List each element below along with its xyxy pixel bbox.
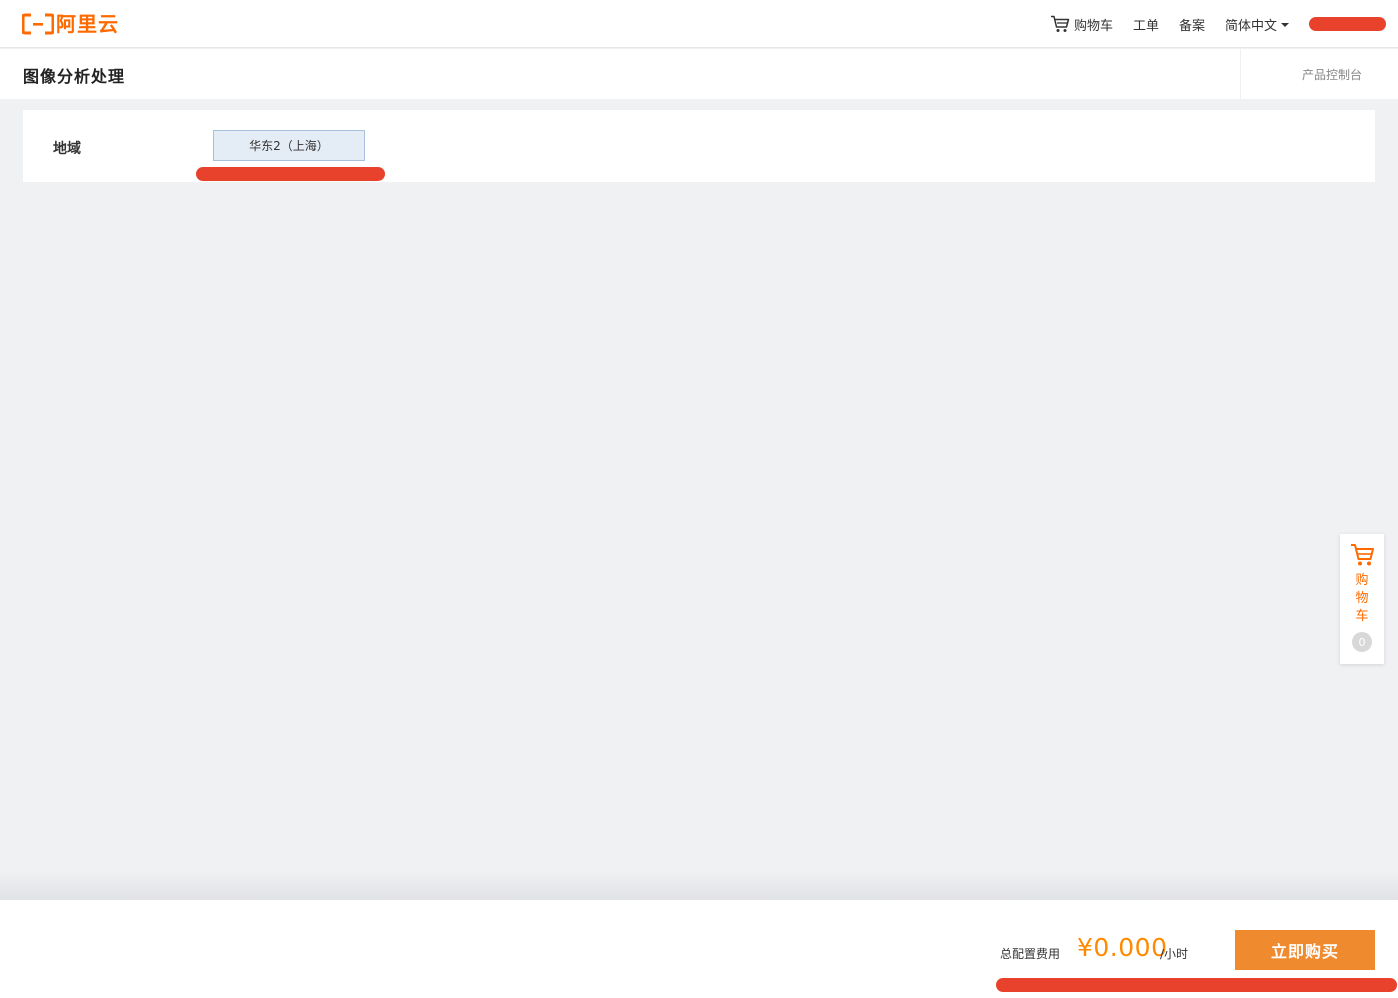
redacted-agreement bbox=[996, 978, 1397, 992]
aliyun-logo[interactable]: 阿里云 bbox=[22, 10, 119, 38]
floating-cart-label: 购物车 bbox=[1355, 573, 1369, 624]
page-title: 图像分析处理 bbox=[23, 67, 126, 86]
region-label: 地域 bbox=[53, 141, 81, 157]
nav-cart-label: 购物车 bbox=[1073, 18, 1113, 34]
cart-icon bbox=[1351, 544, 1374, 566]
nav-ticket[interactable]: 工单 bbox=[1133, 15, 1159, 34]
bottom-bar-shadow bbox=[0, 870, 1398, 900]
redacted-region-info bbox=[196, 167, 385, 181]
total-cost-value: ¥0.000 bbox=[1077, 933, 1168, 962]
buy-now-button[interactable]: 立即购买 bbox=[1235, 930, 1375, 970]
floating-cart[interactable]: 购物车 0 bbox=[1340, 534, 1384, 664]
brand-name: 阿里云 bbox=[56, 12, 119, 36]
product-console-link[interactable]: 产品控制台 bbox=[1240, 49, 1370, 99]
page-header: 图像分析处理 产品控制台 bbox=[0, 49, 1398, 99]
language-label: 简体中文 bbox=[1224, 18, 1277, 34]
region-option-selected[interactable]: 华东2（上海） bbox=[213, 130, 365, 161]
cart-icon bbox=[1050, 15, 1070, 32]
top-nav-links: 购物车 工单 备案 简体中文 bbox=[1050, 0, 1386, 48]
language-selector[interactable]: 简体中文 bbox=[1225, 15, 1289, 34]
cost-unit: /小时 bbox=[1160, 947, 1189, 961]
nav-filing[interactable]: 备案 bbox=[1179, 15, 1205, 34]
chevron-down-icon bbox=[1281, 23, 1289, 27]
cart-count-badge: 0 bbox=[1352, 632, 1372, 652]
nav-cart[interactable]: 购物车 bbox=[1050, 15, 1113, 34]
user-account-redacted[interactable] bbox=[1309, 17, 1386, 31]
aliyun-logo-icon bbox=[22, 13, 54, 35]
top-navigation-bar: 阿里云 购物车 工单 备案 简体中文 bbox=[0, 0, 1398, 48]
total-cost-label: 总配置费用 bbox=[1000, 947, 1061, 961]
